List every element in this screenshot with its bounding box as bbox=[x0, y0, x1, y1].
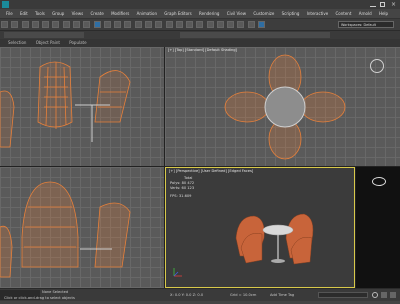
coordinate-readout: X: 0.0 Y: 0.0 Z: 0.0 bbox=[170, 293, 204, 297]
snap-icon[interactable] bbox=[144, 21, 152, 28]
mirror-icon[interactable] bbox=[175, 21, 183, 28]
menu-modifiers[interactable]: Modifiers bbox=[111, 9, 129, 18]
link-icon[interactable] bbox=[21, 21, 29, 28]
tool-group-1[interactable] bbox=[4, 32, 84, 38]
title-bar: × bbox=[0, 0, 400, 9]
menu-tools[interactable]: Tools bbox=[35, 9, 45, 18]
undo-icon[interactable] bbox=[1, 21, 8, 28]
align-icon[interactable] bbox=[186, 21, 194, 28]
viewport-front[interactable] bbox=[0, 47, 164, 166]
material-editor-icon[interactable] bbox=[227, 21, 235, 28]
tab-populate[interactable]: Populate bbox=[69, 39, 86, 47]
menu-create[interactable]: Create bbox=[90, 9, 103, 18]
command-panel bbox=[356, 167, 400, 288]
menu-animation[interactable]: Animation bbox=[137, 9, 157, 18]
pan-icon[interactable] bbox=[381, 292, 387, 298]
menu-interactive[interactable]: Interactive bbox=[307, 9, 329, 18]
bind-icon[interactable] bbox=[42, 21, 50, 28]
scale-icon[interactable] bbox=[114, 21, 122, 28]
add-time-tag[interactable]: Add Time Tag bbox=[270, 289, 294, 301]
rect-select-icon[interactable] bbox=[72, 21, 80, 28]
play-controls[interactable] bbox=[318, 292, 368, 298]
viewport-top[interactable]: [+] [Top] [Standard] [Default Shading] bbox=[165, 47, 400, 166]
menu-rendering[interactable]: Rendering bbox=[199, 9, 219, 18]
percent-snap-icon[interactable] bbox=[165, 21, 173, 28]
move-icon[interactable] bbox=[93, 21, 101, 28]
menu-scripting[interactable]: Scripting bbox=[282, 9, 300, 18]
grid-size: Grid = 10.0cm bbox=[230, 293, 257, 297]
menu-civil-view[interactable]: Civil View bbox=[227, 9, 246, 18]
viewcube-home-icon[interactable] bbox=[372, 177, 386, 186]
redo-icon[interactable] bbox=[11, 21, 19, 28]
main-toolbar: Workspaces: Default bbox=[0, 19, 400, 31]
schematic-icon[interactable] bbox=[216, 21, 224, 28]
layers-icon[interactable] bbox=[196, 21, 204, 28]
close-button[interactable]: × bbox=[391, 1, 396, 8]
workspace-label: Workspaces: Default bbox=[341, 23, 376, 27]
render-icon[interactable] bbox=[258, 21, 266, 28]
tab-selection[interactable]: Selection bbox=[8, 39, 26, 47]
chairs-wireframe-top bbox=[224, 54, 346, 160]
viewport-left[interactable] bbox=[0, 167, 164, 288]
menu-customize[interactable]: Customize bbox=[253, 9, 274, 18]
menu-edit[interactable]: Edit bbox=[20, 9, 28, 18]
menu-file[interactable]: File bbox=[6, 9, 13, 18]
app-logo-icon bbox=[2, 1, 9, 8]
curve-editor-icon[interactable] bbox=[206, 21, 214, 28]
maximize-button[interactable] bbox=[380, 2, 385, 7]
workspace-dropdown[interactable]: Workspaces: Default bbox=[338, 21, 394, 28]
chair-wireframe-front bbox=[0, 61, 131, 148]
place-icon[interactable] bbox=[124, 21, 132, 28]
tab-object-paint[interactable]: Object Paint bbox=[36, 39, 60, 47]
menu-bar: File Edit Tools Group Views Create Modif… bbox=[0, 9, 400, 19]
minimize-button[interactable] bbox=[370, 2, 376, 7]
render-setup-icon[interactable] bbox=[237, 21, 245, 28]
pivot-icon[interactable] bbox=[134, 21, 142, 28]
render-frame-icon[interactable] bbox=[247, 21, 255, 28]
unlink-icon[interactable] bbox=[31, 21, 39, 28]
viewport-perspective[interactable]: [+] [Perspective] [User Defined] [Edged … bbox=[165, 167, 355, 288]
status-bar: None Selected Click or click-and-drag to… bbox=[0, 288, 400, 301]
chair-wireframe-left bbox=[0, 181, 131, 278]
window-crossing-icon[interactable] bbox=[83, 21, 91, 28]
rotate-icon[interactable] bbox=[103, 21, 111, 28]
tool-group-2[interactable] bbox=[180, 32, 330, 38]
menu-views[interactable]: Views bbox=[72, 9, 84, 18]
select-icon[interactable] bbox=[52, 21, 60, 28]
menu-arnold[interactable]: Arnold bbox=[359, 9, 372, 18]
select-by-name-icon[interactable] bbox=[62, 21, 70, 28]
prompt-hint: Click or click-and-drag to select object… bbox=[4, 296, 75, 300]
orbit-icon[interactable] bbox=[390, 292, 396, 298]
chairs-render-perspective bbox=[173, 213, 314, 277]
menu-help[interactable]: Help bbox=[379, 9, 388, 18]
viewcube-icon[interactable] bbox=[370, 59, 384, 73]
menu-graph-editors[interactable]: Graph Editors bbox=[164, 9, 191, 18]
zoom-icon[interactable] bbox=[372, 292, 378, 298]
menu-content[interactable]: Content bbox=[336, 9, 352, 18]
angle-snap-icon[interactable] bbox=[155, 21, 163, 28]
viewport-area: [+] [Top] [Standard] [Default Shading] [… bbox=[0, 47, 400, 288]
secondary-toolbar bbox=[0, 31, 400, 39]
menu-group[interactable]: Group bbox=[52, 9, 64, 18]
